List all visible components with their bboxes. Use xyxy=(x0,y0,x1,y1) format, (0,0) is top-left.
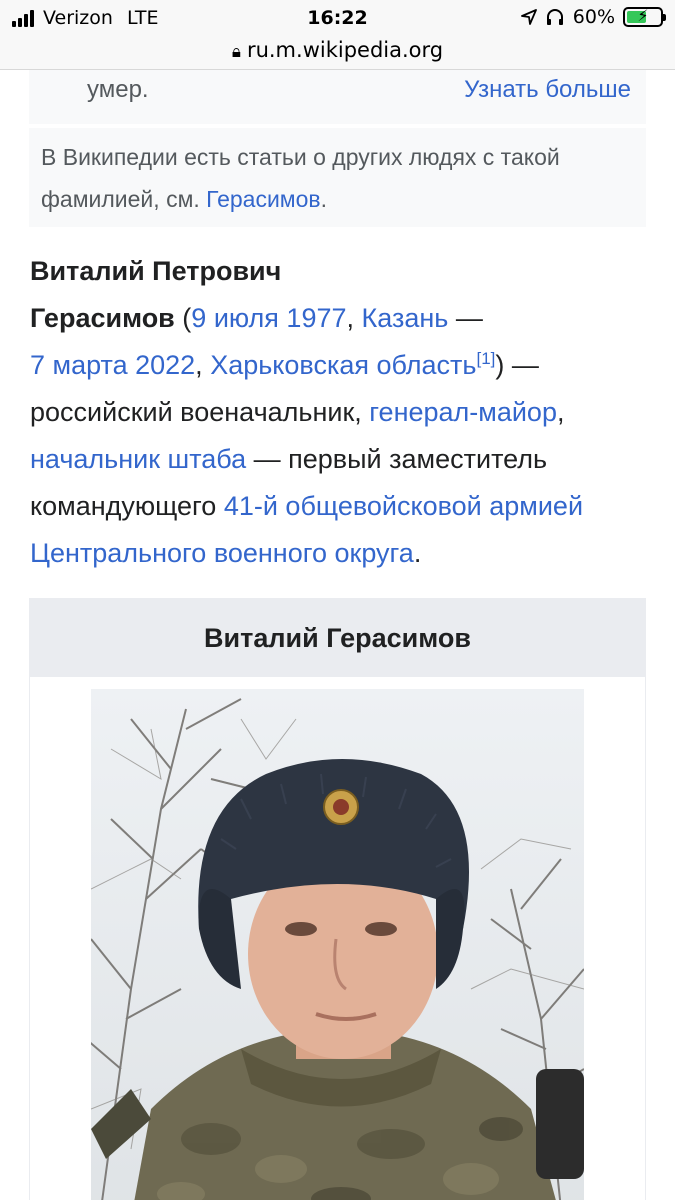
headphones-icon xyxy=(546,9,563,25)
learn-more-link[interactable]: Узнать больше xyxy=(464,76,631,104)
death-notice-text: умер. xyxy=(87,76,149,103)
battery-icon: ⚡ xyxy=(623,6,666,27)
address-bar[interactable]: 🔒︎ ru.m.wikipedia.org xyxy=(0,38,675,70)
portrait-photo[interactable] xyxy=(91,689,584,1200)
lead-comma: , xyxy=(556,397,565,427)
portrait-illustration xyxy=(91,689,584,1200)
hatnote-link-gerasimov[interactable]: Герасимов xyxy=(206,186,320,212)
hatnote-period: . xyxy=(320,186,328,212)
lead-comma: , xyxy=(346,303,362,333)
infobox: Виталий Герасимов xyxy=(29,598,646,1200)
rank-link[interactable]: генерал-майор xyxy=(369,397,557,427)
status-bar: Verizon LTE 16:22 60% ⚡ xyxy=(0,0,675,38)
location-icon xyxy=(520,9,537,25)
birth-date-link[interactable]: 9 июля 1977 xyxy=(191,303,346,333)
lead-dash: — xyxy=(448,303,483,333)
death-date-link[interactable]: 7 марта 2022 xyxy=(30,350,195,380)
lock-icon: 🔒︎ xyxy=(231,42,241,62)
hatnote: В Википедии есть статьи о других людях с… xyxy=(29,128,646,227)
lead-close-paren: ) — xyxy=(495,350,539,380)
position-link[interactable]: начальник штаба xyxy=(30,444,246,474)
lead-comma: , xyxy=(195,350,211,380)
subject-name-line1: Виталий Петрович xyxy=(30,256,282,286)
birth-place-link[interactable]: Казань xyxy=(362,303,449,333)
death-place-link[interactable]: Харьковская область xyxy=(210,350,476,380)
subject-name-line2: Герасимов xyxy=(30,303,175,333)
lead-paragraph: Виталий Петрович Герасимов (9 июля 1977, … xyxy=(30,248,650,577)
lead-description: российский военачальник, xyxy=(30,397,370,427)
lead-open-paren: ( xyxy=(174,303,192,333)
infobox-title: Виталий Герасимов xyxy=(30,599,645,677)
battery-percent: 60% xyxy=(572,6,615,28)
address-url[interactable]: ru.m.wikipedia.org xyxy=(247,38,443,62)
lead-period: . xyxy=(413,538,422,568)
charging-bolt-icon: ⚡ xyxy=(637,6,649,25)
reference-link[interactable]: [1] xyxy=(476,349,495,368)
death-notice-banner: умер. Узнать больше xyxy=(29,70,646,124)
